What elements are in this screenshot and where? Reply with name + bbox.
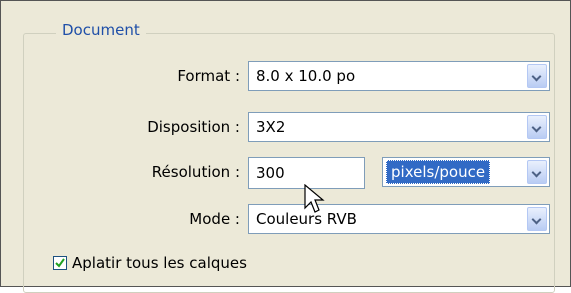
- format-select[interactable]: 8.0 x 10.0 po: [248, 61, 550, 91]
- disposition-label: Disposition :: [147, 118, 240, 136]
- resolution-unit-selected: pixels/pouce: [386, 160, 491, 184]
- resolution-value: 300: [256, 164, 285, 182]
- chevron-down-icon[interactable]: [527, 115, 547, 139]
- disposition-row: Disposition : 3X2: [1, 112, 571, 142]
- chevron-down-icon[interactable]: [527, 207, 547, 231]
- resolution-label: Résolution :: [151, 163, 240, 181]
- format-value: 8.0 x 10.0 po: [256, 67, 356, 85]
- resolution-unit-select[interactable]: pixels/pouce: [382, 157, 550, 187]
- flatten-label[interactable]: Aplatir tous les calques: [72, 252, 247, 274]
- chevron-down-icon[interactable]: [527, 64, 547, 88]
- flatten-checkbox[interactable]: [53, 256, 67, 270]
- mode-label: Mode :: [189, 210, 240, 228]
- disposition-select[interactable]: 3X2: [248, 112, 550, 142]
- mode-select[interactable]: Couleurs RVB: [248, 204, 550, 234]
- group-title: Document: [56, 21, 146, 39]
- checkmark-icon: [55, 258, 65, 268]
- resolution-row: Résolution : 300 pixels/pouce: [1, 157, 571, 189]
- disposition-value: 3X2: [256, 118, 286, 136]
- chevron-down-icon[interactable]: [527, 160, 547, 184]
- format-label: Format :: [177, 67, 240, 85]
- arrow-pointer-icon: [304, 184, 325, 213]
- resolution-unit-value: pixels/pouce: [386, 158, 491, 186]
- format-row: Format : 8.0 x 10.0 po: [1, 61, 571, 91]
- dialog-panel: Document Format : 8.0 x 10.0 po Disposit…: [0, 0, 571, 293]
- mode-row: Mode : Couleurs RVB: [1, 204, 571, 234]
